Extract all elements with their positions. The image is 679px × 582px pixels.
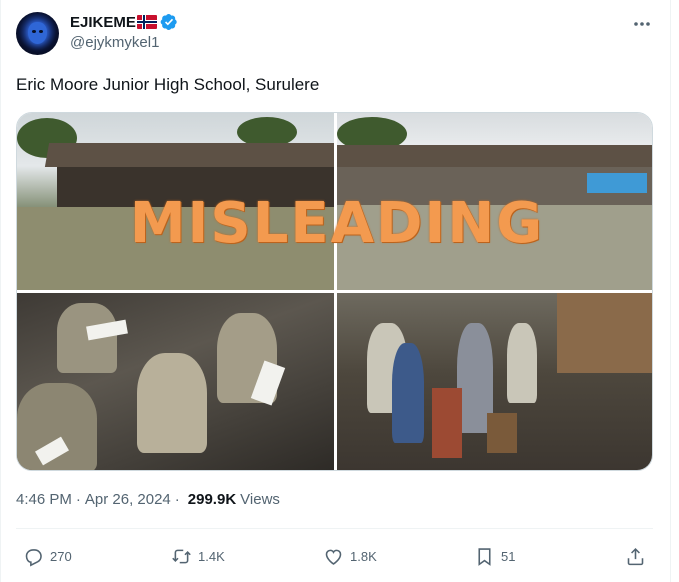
right-border — [670, 0, 671, 582]
divider — [16, 528, 653, 529]
avatar-eye-left — [32, 30, 36, 33]
like-button[interactable]: 1.8K — [323, 540, 377, 572]
views-label: Views — [240, 491, 280, 508]
left-border — [0, 0, 1, 582]
photo-students-on-floor[interactable] — [17, 293, 334, 470]
views-count: 299.9K — [187, 491, 237, 508]
more-options-icon[interactable] — [632, 14, 652, 34]
share-button[interactable] — [625, 540, 646, 572]
reply-count: 270 — [50, 548, 72, 564]
action-bar: 270 1.4K 1.8K 51 — [0, 540, 679, 572]
norway-flag-icon — [136, 15, 157, 29]
user-handle[interactable]: @ejykmykel1 — [70, 34, 178, 51]
tweet-time[interactable]: 4:46 PM — [16, 491, 72, 508]
photo-classroom-desks[interactable] — [337, 293, 652, 470]
user-block: EJIKEME @ejykmykel1 — [70, 12, 178, 51]
like-count: 1.8K — [350, 548, 377, 564]
retweet-icon — [172, 549, 191, 563]
avatar[interactable] — [16, 12, 59, 55]
retweet-button[interactable]: 1.4K — [171, 540, 225, 572]
share-icon — [627, 547, 644, 565]
avatar-eye-right — [39, 30, 43, 33]
verified-badge-icon[interactable] — [160, 13, 178, 31]
retweet-count: 1.4K — [198, 548, 225, 564]
tweet-text: Eric Moore Junior High School, Surulere — [16, 75, 320, 94]
tweet-date[interactable]: Apr 26, 2024 — [85, 491, 171, 508]
bookmark-icon — [478, 547, 491, 566]
display-name[interactable]: EJIKEME — [70, 14, 136, 31]
heart-icon — [325, 549, 342, 565]
meta-separator: · — [75, 491, 81, 508]
name-row: EJIKEME — [70, 12, 178, 32]
tweet-meta: 4:46 PM · Apr 26, 2024 · 299.9K Views — [16, 491, 280, 508]
media-grid[interactable]: MISLEADING — [16, 112, 653, 471]
bookmark-button[interactable]: 51 — [474, 540, 515, 572]
reply-button[interactable]: 270 — [23, 540, 72, 572]
reply-icon — [25, 548, 42, 567]
meta-separator-2: · — [174, 491, 180, 508]
misleading-overlay-label: MISLEADING — [129, 191, 545, 256]
bookmark-count: 51 — [501, 548, 516, 564]
avatar-face — [28, 22, 47, 44]
